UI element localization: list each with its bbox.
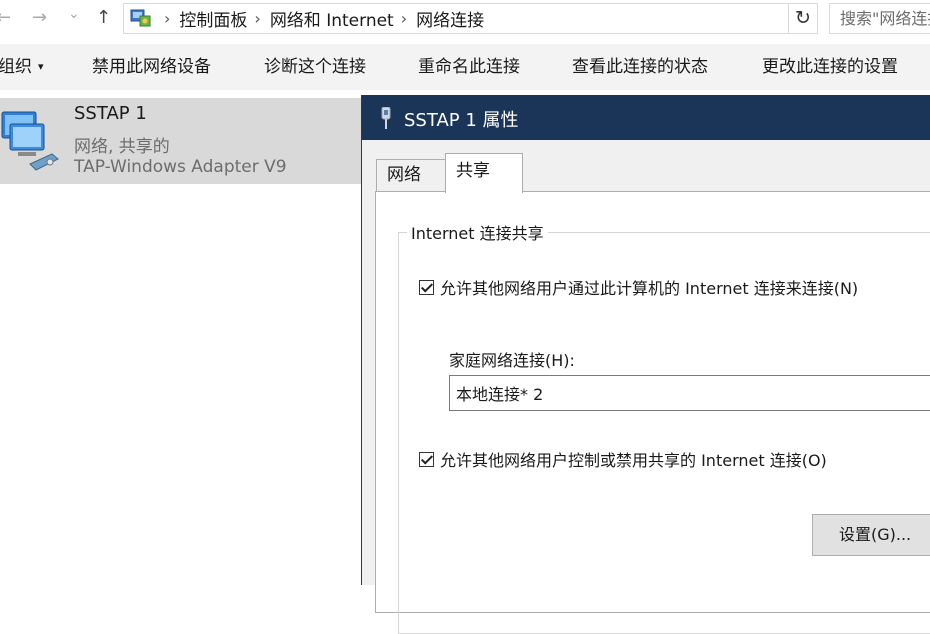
command-bar: 组织 ▾ 禁用此网络设备 诊断这个连接 重命名此连接 查看此连接的状态 更改此连接…: [0, 44, 930, 90]
connection-name: SSTAP 1: [74, 103, 147, 124]
allow-sharing-label: 允许其他网络用户通过此计算机的 Internet 连接来连接(N): [440, 279, 859, 298]
breadcrumb: › 控制面板 › 网络和 Internet › 网络连接: [130, 6, 484, 31]
back-icon[interactable]: ←: [0, 6, 11, 30]
settings-button[interactable]: 设置(G)...: [812, 514, 930, 556]
disable-device-button[interactable]: 禁用此网络设备: [92, 55, 211, 79]
address-bar[interactable]: › 控制面板 › 网络和 Internet › 网络连接 ⌄: [123, 3, 902, 34]
connection-status: 网络, 共享的: [74, 137, 170, 157]
up-icon[interactable]: ↑: [96, 6, 111, 30]
tab-sharing[interactable]: 共享: [445, 153, 523, 193]
allow-control-checkbox[interactable]: [419, 451, 434, 467]
allow-sharing-option[interactable]: 允许其他网络用户通过此计算机的 Internet 连接来连接(N): [419, 275, 858, 299]
home-network-input[interactable]: [450, 376, 930, 410]
dialog-title: SSTAP 1 属性: [404, 110, 519, 131]
recent-locations-icon[interactable]: ⌄: [68, 2, 80, 26]
search-input[interactable]: [830, 4, 930, 33]
home-network-label: 家庭网络连接(H):: [449, 351, 575, 370]
chevron-right-icon: ›: [164, 8, 171, 28]
diagnose-button[interactable]: 诊断这个连接: [264, 55, 366, 79]
chevron-right-icon: ›: [254, 8, 261, 28]
organize-label: 组织: [0, 57, 32, 77]
caret-down-icon: ▾: [38, 60, 44, 73]
address-row: ← → ⌄ ↑ › 控制面板 › 网络和 Internet › 网络连接 ⌄ ↻: [0, 0, 930, 36]
breadcrumb-control-panel[interactable]: 控制面板: [179, 6, 247, 31]
allow-control-label: 允许其他网络用户控制或禁用共享的 Internet 连接(O): [440, 451, 827, 470]
ics-group: Internet 连接共享 允许其他网络用户通过此计算机的 Internet 连…: [398, 220, 930, 634]
tab-network[interactable]: 网络: [376, 159, 446, 191]
chevron-right-icon: ›: [400, 8, 408, 28]
control-panel-icon: [130, 8, 152, 28]
properties-dialog: SSTAP 1 属性 网络 共享 Internet 连接共享 允许其他网络用户通…: [361, 95, 930, 634]
search-box[interactable]: [829, 3, 930, 34]
allow-control-option[interactable]: 允许其他网络用户控制或禁用共享的 Internet 连接(O): [419, 447, 827, 471]
connection-adapter: TAP-Windows Adapter V9: [74, 157, 287, 177]
network-adapter-icon: [0, 104, 66, 174]
group-label: Internet 连接共享: [407, 220, 548, 244]
forward-icon[interactable]: →: [32, 6, 47, 30]
rename-button[interactable]: 重命名此连接: [418, 55, 520, 79]
allow-sharing-checkbox[interactable]: [419, 279, 434, 295]
connection-item[interactable]: SSTAP 1 网络, 共享的 TAP-Windows Adapter V9: [0, 98, 362, 184]
refresh-icon[interactable]: ↻: [789, 3, 818, 34]
change-settings-button[interactable]: 更改此连接的设置: [762, 55, 898, 79]
network-plug-icon: [380, 106, 392, 129]
home-network-field[interactable]: [449, 375, 930, 411]
organize-button[interactable]: 组织 ▾: [0, 55, 44, 79]
dialog-title-bar[interactable]: SSTAP 1 属性: [362, 95, 930, 140]
breadcrumb-network-connections[interactable]: 网络连接: [416, 6, 484, 31]
sharing-panel: Internet 连接共享 允许其他网络用户通过此计算机的 Internet 连…: [375, 191, 930, 634]
breadcrumb-network-internet[interactable]: 网络和 Internet: [270, 6, 394, 31]
view-status-button[interactable]: 查看此连接的状态: [572, 55, 708, 79]
